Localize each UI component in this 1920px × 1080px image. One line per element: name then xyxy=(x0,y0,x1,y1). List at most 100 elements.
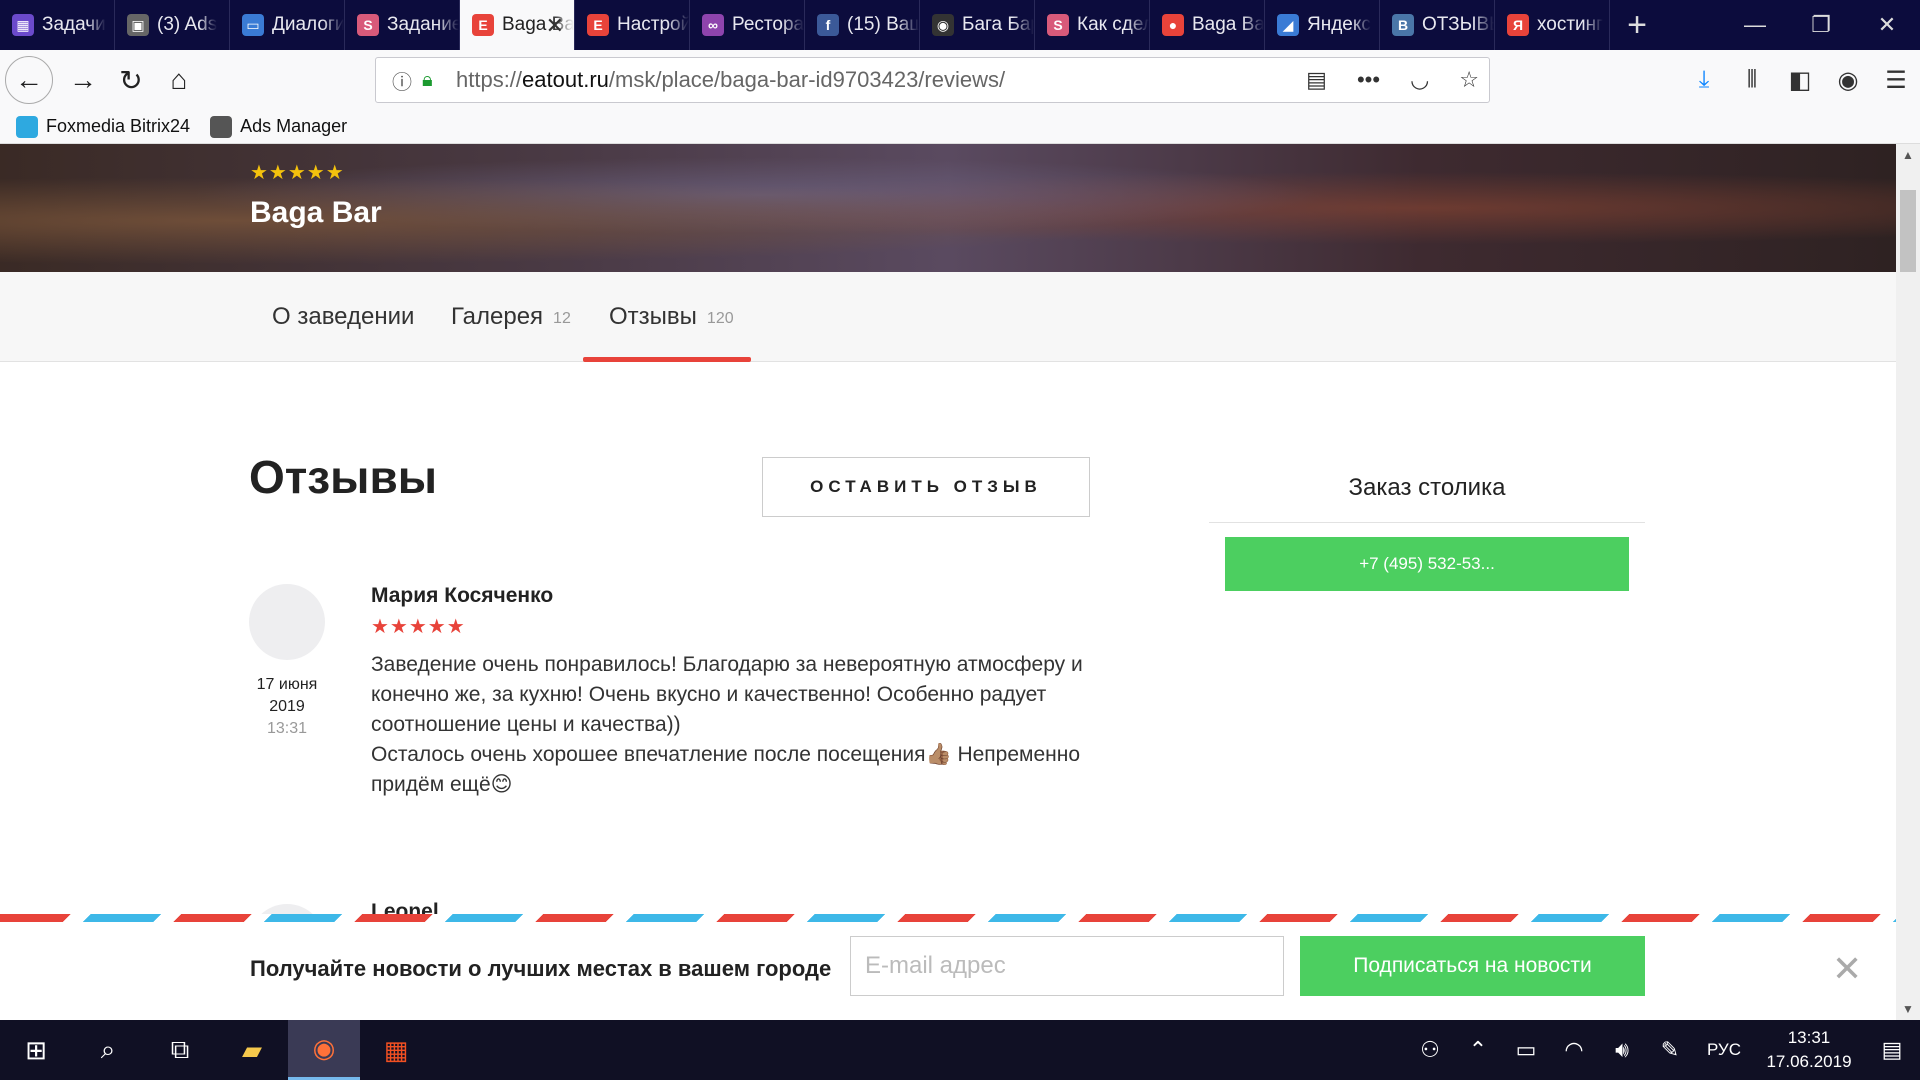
navigation-bar: ← → ↻ ⌂ ⓘ 🔒︎ https://eatout.ru/msk/place… xyxy=(0,50,1920,110)
tab-label: (15) Ваш xyxy=(847,14,919,35)
pocket-icon[interactable]: ◡ xyxy=(1410,67,1429,93)
back-arrow-icon[interactable]: ← xyxy=(5,56,53,104)
tab-about[interactable]: О заведении xyxy=(272,272,414,362)
browser-tab[interactable]: ◉ Бага Бар xyxy=(920,0,1035,50)
page-content: ★★★★★ Baga Bar О заведении Галерея 12 От… xyxy=(0,144,1896,1020)
scroll-down-icon[interactable]: ▼ xyxy=(1896,998,1920,1020)
url-text[interactable]: https://eatout.ru/msk/place/baga-bar-id9… xyxy=(456,67,1005,93)
pen-icon[interactable]: ✎ xyxy=(1646,1037,1694,1063)
subscribe-button[interactable]: Подписаться на новости xyxy=(1300,936,1645,996)
tab-label: (3) Ads xyxy=(157,14,218,35)
reload-icon[interactable]: ↻ xyxy=(109,58,153,102)
page-actions-icon[interactable]: ••• xyxy=(1357,67,1380,93)
info-icon[interactable]: ⓘ xyxy=(382,66,422,95)
forward-arrow-icon[interactable]: → xyxy=(61,58,105,102)
clock[interactable]: 13:31 17.06.2019 xyxy=(1754,1026,1864,1074)
account-icon[interactable]: ◉ xyxy=(1824,66,1872,95)
scroll-up-icon[interactable]: ▲ xyxy=(1896,144,1920,166)
review-text: Заведение очень понравилось! Благодарю з… xyxy=(371,650,1091,800)
task-view-icon[interactable]: ⧉ xyxy=(144,1020,216,1080)
newsletter-text: Получайте новости о лучших местах в ваше… xyxy=(250,956,832,981)
browser-tab[interactable]: ∞ Рестораны xyxy=(690,0,805,50)
browser-tab[interactable]: E Baga Bar ✕ xyxy=(460,0,575,50)
close-window-icon[interactable]: ✕ xyxy=(1854,0,1920,50)
airmail-border xyxy=(0,914,1896,922)
bookmark-ads-manager[interactable]: Ads Manager xyxy=(210,115,348,138)
tab-favicon-icon: S xyxy=(1047,14,1069,36)
active-tab-indicator xyxy=(583,357,751,362)
tab-label: Отзывы xyxy=(609,303,697,330)
language-indicator[interactable]: РУС xyxy=(1694,1040,1754,1060)
windows-start-icon[interactable]: ⊞ xyxy=(0,1020,72,1080)
place-title: Baga Bar xyxy=(250,196,382,229)
notification-icon[interactable]: ▤ xyxy=(1864,1037,1920,1063)
vertical-scrollbar[interactable]: ▲ ▼ xyxy=(1896,144,1920,1020)
battery-icon[interactable]: ▭ xyxy=(1502,1037,1550,1063)
tab-label: ОТЗЫВЫ xyxy=(1422,14,1494,35)
tab-count: 120 xyxy=(706,310,734,327)
tab-favicon-icon: В xyxy=(1392,14,1414,36)
browser-tab[interactable]: ▦ Задачи xyxy=(0,0,115,50)
search-icon[interactable]: ⌕ xyxy=(72,1020,144,1080)
browser-tab[interactable]: E Настройки xyxy=(575,0,690,50)
browser-tab[interactable]: ◢ Яндекс xyxy=(1265,0,1380,50)
rating-stars: ★★★★★ xyxy=(250,162,345,184)
browser-tab[interactable]: S Задание xyxy=(345,0,460,50)
browser-tab[interactable]: ▭ Диалоги xyxy=(230,0,345,50)
reviews-heading: Отзывы xyxy=(249,451,438,503)
browser-tab[interactable]: S Как сделать xyxy=(1035,0,1150,50)
scrollbar-thumb[interactable] xyxy=(1900,190,1916,272)
bookmark-foxmedia[interactable]: Foxmedia Bitrix24 xyxy=(16,115,190,138)
close-icon[interactable]: ✕ xyxy=(1832,948,1862,990)
firefox-icon[interactable]: ◉ xyxy=(288,1020,360,1080)
lock-icon[interactable]: 🔒︎ xyxy=(422,69,448,92)
system-tray: ⚇ ⌃ ▭ ◠ 🔊︎ ✎ РУС 13:31 17.06.2019 ▤ xyxy=(1406,1020,1920,1080)
restore-icon[interactable]: ❐ xyxy=(1788,0,1854,50)
windows-taskbar: ⊞ ⌕ ⧉ ▰ ◉ ▦ ⚇ ⌃ ▭ ◠ 🔊︎ ✎ РУС 13:31 17.06… xyxy=(0,1020,1920,1080)
bookmark-star-icon[interactable]: ☆ xyxy=(1459,67,1479,93)
browser-tab[interactable]: Яхостинг xyxy=(1495,0,1610,50)
phone-button[interactable]: +7 (495) 532-53... xyxy=(1225,537,1629,591)
review-stars: ★★★★★ xyxy=(371,616,466,638)
volume-icon[interactable]: 🔊︎ xyxy=(1598,1037,1646,1063)
sidebar-icon[interactable]: ◧ xyxy=(1776,66,1824,95)
browser-tab[interactable]: ● Baga Bar xyxy=(1150,0,1265,50)
menu-icon[interactable]: ☰ xyxy=(1872,66,1920,95)
store-icon[interactable]: ▦ xyxy=(360,1020,432,1080)
email-field[interactable] xyxy=(850,936,1284,996)
browser-tab[interactable]: f (15) Ваш xyxy=(805,0,920,50)
review-text-line: Осталось очень хорошее впечатление после… xyxy=(371,743,1081,766)
tab-favicon-icon: ▭ xyxy=(242,14,264,36)
address-bar[interactable]: ⓘ 🔒︎ https://eatout.ru/msk/place/baga-ba… xyxy=(375,57,1490,103)
bookmark-label: Ads Manager xyxy=(240,116,348,136)
reader-view-icon[interactable]: ▤ xyxy=(1306,67,1327,93)
browser-tab[interactable]: В ОТЗЫВЫ xyxy=(1380,0,1495,50)
chevron-up-icon[interactable]: ⌃ xyxy=(1454,1037,1502,1063)
browser-tab[interactable]: ▣ (3) Ads xyxy=(115,0,230,50)
library-icon[interactable]: ⫴ xyxy=(1728,66,1776,94)
tab-favicon-icon: E xyxy=(472,14,494,36)
place-subnav: О заведении Галерея 12 Отзывы 120 xyxy=(0,272,1896,362)
tab-label: Задание xyxy=(387,14,459,35)
new-tab-button[interactable]: + xyxy=(1610,0,1664,50)
review-text-line: придём ещё😊 xyxy=(371,773,513,796)
review-author[interactable]: Мария Косяченко xyxy=(371,584,553,608)
tab-label: Настройки xyxy=(617,14,689,35)
tab-gallery[interactable]: Галерея 12 xyxy=(451,272,571,362)
leave-review-button[interactable]: ОСТАВИТЬ ОТЗЫВ xyxy=(762,457,1090,517)
tab-label: Задачи xyxy=(42,14,106,35)
people-icon[interactable]: ⚇ xyxy=(1406,1037,1454,1063)
tab-reviews[interactable]: Отзывы 120 xyxy=(609,272,734,362)
close-tab-icon[interactable]: ✕ xyxy=(546,13,564,39)
newsletter-bar: Получайте новости о лучших местах в ваше… xyxy=(0,914,1896,1020)
window-controls: — ❐ ✕ xyxy=(1722,0,1920,50)
minimize-icon[interactable]: — xyxy=(1722,0,1788,50)
tab-favicon-icon: S xyxy=(357,14,379,36)
review-text-line: конечно же, за кухню! Очень вкусно и кач… xyxy=(371,683,1047,706)
wifi-icon[interactable]: ◠ xyxy=(1550,1037,1598,1063)
file-explorer-icon[interactable]: ▰ xyxy=(216,1020,288,1080)
download-icon[interactable]: ⤓ xyxy=(1680,66,1728,94)
table-booking-widget: Заказ столика +7 (495) 532-53... xyxy=(1209,474,1645,591)
tab-favicon-icon: f xyxy=(817,14,839,36)
home-icon[interactable]: ⌂ xyxy=(157,58,201,102)
